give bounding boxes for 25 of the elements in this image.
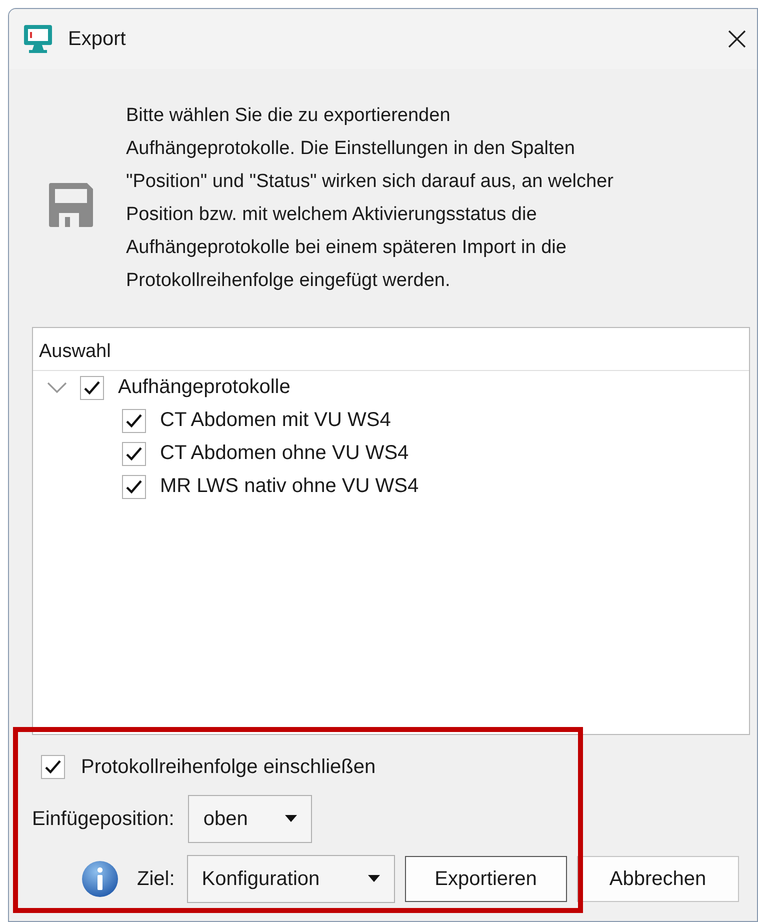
checkbox[interactable] <box>122 408 146 432</box>
tree-item[interactable]: MR LWS nativ ohne VU WS4 <box>160 475 419 498</box>
monitor-icon <box>22 23 54 55</box>
dropdown-arrow-icon[interactable] <box>285 815 298 823</box>
field-label: Einfügeposition: <box>32 808 174 830</box>
checkbox[interactable] <box>41 755 65 779</box>
column-header[interactable]: Auswahl <box>33 328 749 371</box>
checkbox-label[interactable]: Protokollreihenfolge einschließen <box>81 756 376 778</box>
dialog-button[interactable]: Exportieren <box>404 856 567 902</box>
tree-item[interactable]: CT Abdomen mit VU WS4 <box>160 409 391 432</box>
chevron-down-icon[interactable] <box>47 382 67 394</box>
info-icon <box>81 860 119 898</box>
dialog-button[interactable]: Abbrechen <box>576 856 739 902</box>
position-dropdown[interactable]: oben <box>188 795 312 843</box>
description-text: Bitte wählen Sie die zu exportierenden Aufhängeprotokolle. Die Einstellungen in den Spalten "Position" und "Status" wirken sich darauf aus, an welcher Position bzw. mit welchem Aktivierungsstatus die Aufhängeprotokolle bei einem späteren Import in die Protokollreihenfolge eingefügt werden. <box>126 104 614 293</box>
checkbox[interactable] <box>122 474 146 498</box>
checkbox[interactable] <box>80 376 104 400</box>
dropdown-arrow-icon[interactable] <box>368 875 380 883</box>
close-button[interactable] <box>727 29 747 49</box>
field-label: Ziel: <box>137 868 175 890</box>
checkbox[interactable] <box>122 442 146 466</box>
tree-item[interactable]: Aufhängeprotokolle <box>118 376 290 399</box>
tree-item[interactable]: CT Abdomen ohne VU WS4 <box>160 442 409 465</box>
target-dropdown[interactable]: Konfiguration <box>186 855 395 903</box>
window-title: Export <box>68 28 126 50</box>
